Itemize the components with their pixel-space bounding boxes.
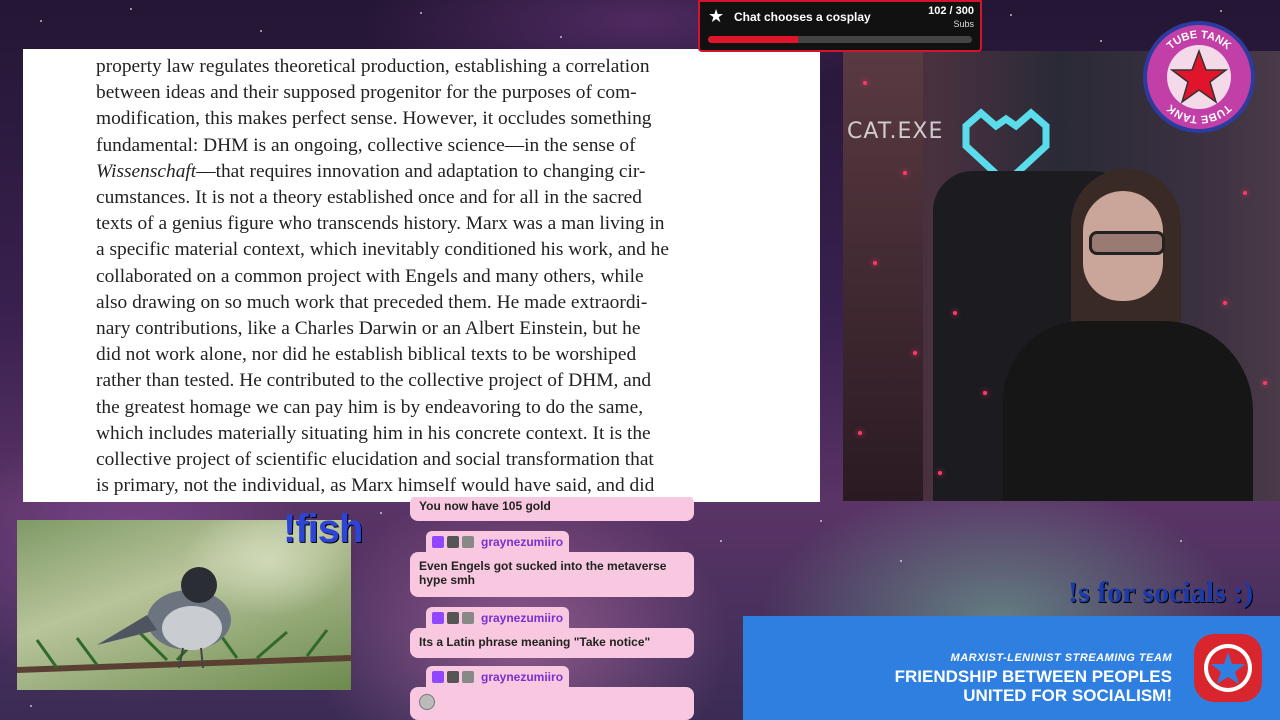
arrow-badge-icon xyxy=(462,670,474,683)
chat-username: graynezumiiro xyxy=(481,669,564,684)
chat-username-tag: graynezumiiro xyxy=(426,666,570,687)
twitch-badge-icon xyxy=(432,535,444,548)
chat-message-partial: You now have 105 gold xyxy=(410,497,694,521)
sub-goal-progress-bar xyxy=(708,36,972,43)
document-line: between ideas and their supposed progeni… xyxy=(96,82,637,104)
arrow-badge-icon xyxy=(462,611,474,624)
chat-username: graynezumiiro xyxy=(481,534,564,549)
document-line: modification, this makes perfect sense. … xyxy=(96,108,652,130)
sub-goal-widget: ★ Chat chooses a cosplay 102 / 300 Subs xyxy=(698,0,982,52)
sub-goal-count: 102 / 300 xyxy=(928,5,974,17)
document-line: which includes materially situating him … xyxy=(96,422,651,444)
document-line: fundamental: DHM is an ongoing, collecti… xyxy=(96,134,636,156)
chat-message-text: Even Engels got sucked into the metavers… xyxy=(419,559,667,587)
document-page: property law regulates theoretical produ… xyxy=(23,49,820,502)
document-text: property law regulates theoretical produ… xyxy=(96,54,720,499)
document-line: texts of a genius figure who transcends … xyxy=(96,213,665,235)
document-line: nary contributions, like a Charles Darwi… xyxy=(96,318,641,340)
cat-badge-icon xyxy=(447,611,459,624)
cat-badge-icon xyxy=(447,535,459,548)
sub-goal-label: Chat chooses a cosplay xyxy=(734,10,871,24)
cat-badge-icon xyxy=(447,670,459,683)
document-line: a specific material context, which inevi… xyxy=(96,239,669,261)
document-line: cumstances. It is not a theory establish… xyxy=(96,187,642,209)
document-line: is primary, not the individual, as Marx … xyxy=(96,475,655,497)
document-line: also drawing on so much work that preced… xyxy=(96,291,648,313)
sub-goal-progress-fill xyxy=(708,36,798,43)
chat-message-text: Its a Latin phrase meaning "Take notice" xyxy=(419,635,651,649)
twitch-badge-icon xyxy=(432,670,444,683)
document-line: Wissenschaft—that requires innovation an… xyxy=(96,160,646,182)
team-banner: MARXIST-LENINIST STREAMING TEAM FRIENDSH… xyxy=(743,616,1280,720)
sub-goal-unit: Subs xyxy=(953,19,974,29)
document-line: the greatest homage we can pay him is by… xyxy=(96,396,644,418)
chat-username: graynezumiiro xyxy=(481,610,564,625)
document-line: rather than tested. He contributed to th… xyxy=(96,370,652,392)
chat-message: Even Engels got sucked into the metavers… xyxy=(410,552,694,597)
chat-panel: You now have 105 gold graynezumiiro Even… xyxy=(410,497,695,720)
streamer-body xyxy=(1003,321,1253,501)
banner-slogan-line1: FRIENDSHIP BETWEEN PEOPLES xyxy=(894,667,1172,686)
banner-team-name: MARXIST-LENINIST STREAMING TEAM xyxy=(950,652,1172,664)
glasses xyxy=(1089,231,1165,255)
document-line: collective project of scientific elucida… xyxy=(96,449,654,471)
cam-overlay-label: CAT.EXE xyxy=(847,119,944,144)
chat-message xyxy=(410,687,694,720)
document-line: property law regulates theoretical produ… xyxy=(96,56,650,77)
chat-message: Its a Latin phrase meaning "Take notice" xyxy=(410,628,694,658)
chat-message-text: You now have 105 gold xyxy=(419,499,551,513)
star-icon: ★ xyxy=(708,6,725,26)
arrow-badge-icon xyxy=(462,535,474,548)
chat-username-tag: graynezumiiro xyxy=(426,531,570,552)
banner-slogan-line2: UNITED FOR SOCIALISM! xyxy=(963,686,1172,705)
emote-icon xyxy=(419,694,435,710)
chat-username-tag: graynezumiiro xyxy=(426,607,570,628)
document-line: collaborated on a common project with En… xyxy=(96,265,644,287)
twitch-badge-icon xyxy=(432,611,444,624)
fish-command-text: !fish xyxy=(283,507,363,551)
red-star-emblem-icon xyxy=(1194,634,1262,702)
socials-command-text: !s for socials :) xyxy=(1068,576,1254,609)
document-line: did not work alone, nor did he establish… xyxy=(96,344,637,366)
tube-tank-logo: TUBE TANK TUBE TANK xyxy=(1143,21,1255,133)
